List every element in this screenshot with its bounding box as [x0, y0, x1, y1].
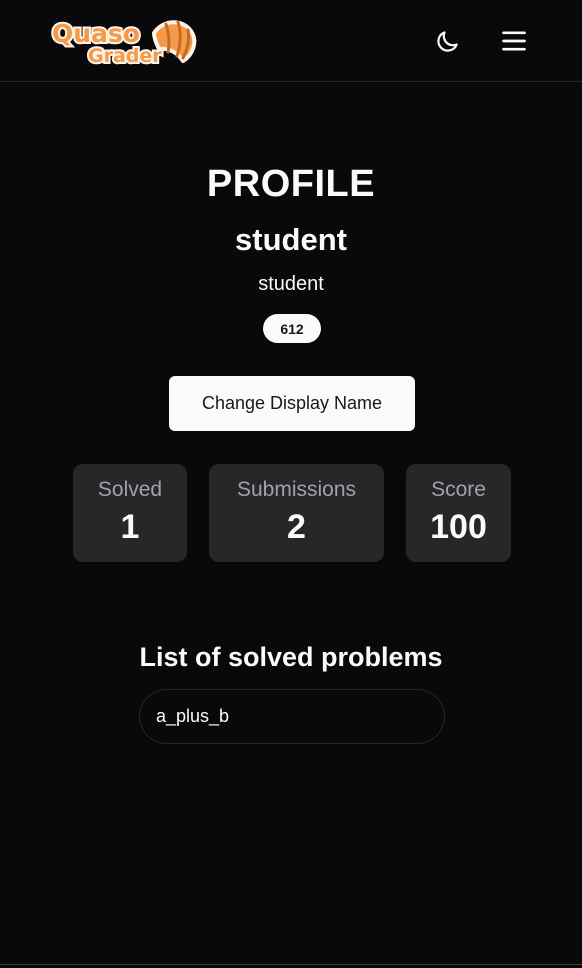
quaso-grader-logo[interactable]: Quaso Grader: [44, 14, 200, 68]
solved-problems-heading: List of solved problems: [139, 642, 443, 673]
user-id-badge: 612: [263, 314, 321, 343]
score-stat-label: Score: [431, 478, 486, 501]
username: student: [258, 273, 324, 295]
solved-problem-item[interactable]: a_plus_b: [139, 689, 445, 744]
solved-stat-value: 1: [120, 508, 140, 546]
solved-problems-list: a_plus_b: [139, 689, 445, 744]
submissions-stat-value: 2: [287, 508, 306, 546]
hamburger-menu-icon: [502, 31, 526, 51]
logo-text-grader: Grader: [88, 45, 162, 67]
submissions-stat-label: Submissions: [236, 478, 357, 501]
change-display-name-button[interactable]: Change Display Name: [169, 376, 415, 431]
main-menu-button[interactable]: [497, 24, 531, 58]
profile-page: Quaso Grader PROFILE student student 612…: [0, 0, 582, 968]
theme-toggle-button[interactable]: [431, 24, 465, 58]
score-stat-card: Score 100: [406, 464, 511, 562]
page-title: PROFILE: [206, 163, 376, 206]
solved-stat-card: Solved 1: [73, 464, 187, 562]
moon-icon: [437, 31, 458, 52]
top-navigation-bar: Quaso Grader: [0, 0, 582, 82]
score-stat-value: 100: [430, 508, 487, 546]
logo-text-quaso: Quaso: [52, 19, 140, 48]
submissions-stat-card: Submissions 2: [209, 464, 384, 562]
page-bottom-border: [0, 964, 582, 968]
display-name: student: [235, 222, 347, 257]
solved-stat-label: Solved: [97, 478, 163, 501]
